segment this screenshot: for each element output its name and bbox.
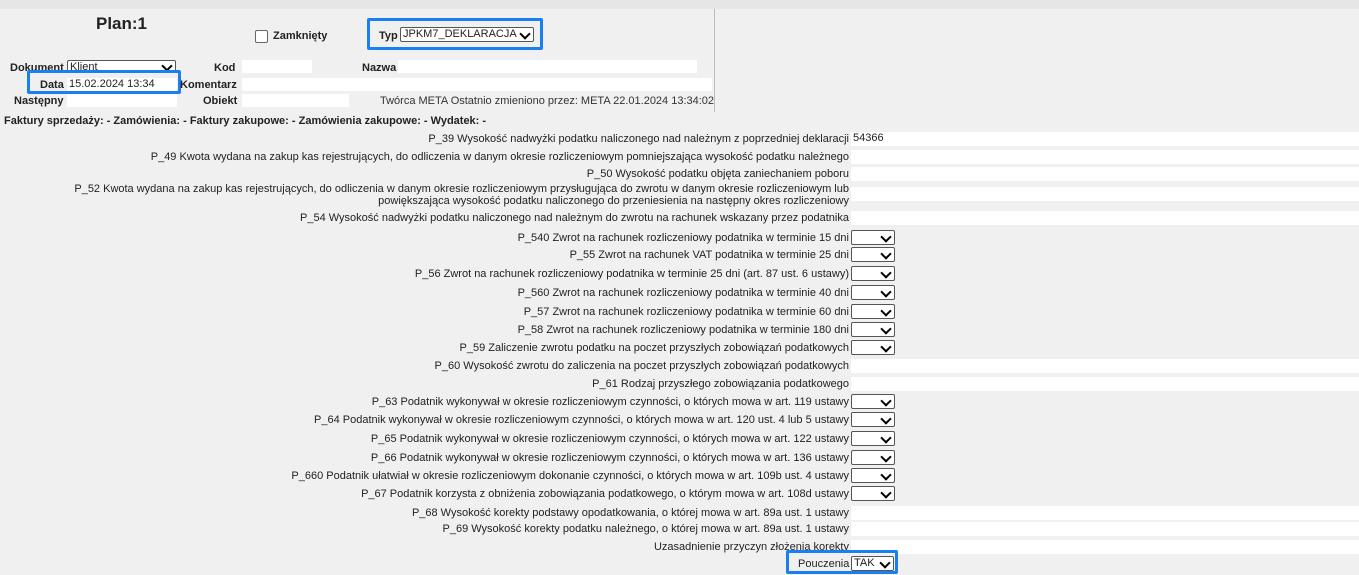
next-input[interactable] xyxy=(67,94,177,107)
pouczenia-select-value: TAK xyxy=(854,557,875,569)
row-select[interactable] xyxy=(851,247,895,262)
author-info: Twórca META Ostatnio zmieniono przez: ME… xyxy=(380,95,715,107)
row-label: P_56 Zwrot na rachunek rozliczeniowy pod… xyxy=(414,268,849,280)
row-label: P_69 Wysokość korekty podatku należnego,… xyxy=(442,523,850,535)
row-select[interactable] xyxy=(851,486,895,501)
row-label: P_59 Zaliczenie zwrotu podatku na poczet… xyxy=(459,342,850,354)
name-input[interactable] xyxy=(398,60,697,73)
comment-input[interactable] xyxy=(242,78,712,91)
row-label: P_58 Zwrot na rachunek rozliczeniowy pod… xyxy=(517,324,849,336)
row-input[interactable] xyxy=(851,167,1359,181)
chevron-down-icon xyxy=(880,231,892,243)
row-input[interactable] xyxy=(851,359,1359,373)
comment-label: Komentarz xyxy=(180,79,237,91)
chevron-down-icon xyxy=(880,395,892,407)
row-input[interactable] xyxy=(851,377,1359,391)
row-label: P_64 Podatnik wykonywał w okresie rozlic… xyxy=(314,414,849,426)
row-label: P_560 Zwrot na rachunek rozliczeniowy po… xyxy=(517,287,849,299)
chevron-down-icon xyxy=(879,557,891,569)
chevron-down-icon xyxy=(880,248,892,260)
object-label: Obiekt xyxy=(203,95,238,107)
row-label: P_65 Podatnik wykonywał w okresie rozlic… xyxy=(370,433,849,445)
chevron-down-icon xyxy=(880,267,892,279)
object-input[interactable] xyxy=(242,94,349,107)
row-label: P_60 Wysokość zwrotu do zaliczenia na po… xyxy=(434,360,849,372)
row-input[interactable] xyxy=(851,211,1359,225)
row-input[interactable] xyxy=(851,522,1359,536)
chevron-down-icon xyxy=(880,487,892,499)
row-label: P_66 Podatnik wykonywał w okresie rozlic… xyxy=(370,452,849,464)
row-select[interactable] xyxy=(851,394,895,409)
row-select[interactable] xyxy=(851,412,895,427)
type-label: Typ xyxy=(379,30,398,42)
row-select[interactable] xyxy=(851,468,895,483)
row-input[interactable] xyxy=(851,187,1359,201)
type-select[interactable]: JPKM7_DEKLARACJA xyxy=(400,27,534,42)
chevron-down-icon xyxy=(880,286,892,298)
top-strip xyxy=(0,0,1359,9)
row-select[interactable] xyxy=(851,285,895,300)
row-select[interactable] xyxy=(851,431,895,446)
row-label: P_660 Podatnik ułatwiał w okresie rozlic… xyxy=(291,470,849,482)
chevron-down-icon xyxy=(880,413,892,425)
row-label: P_67 Podatnik korzysta z obniżenia zobow… xyxy=(361,488,849,500)
row-label: P_63 Podatnik wykonywał w okresie rozlic… xyxy=(371,396,849,408)
row-select[interactable] xyxy=(851,304,895,319)
pouczenia-select[interactable]: TAK xyxy=(851,556,894,571)
row-label: P_55 Zwrot na rachunek VAT podatnika w t… xyxy=(569,249,849,261)
chevron-down-icon xyxy=(880,341,892,353)
date-input[interactable]: 15.02.2024 13:34 xyxy=(67,78,177,91)
row-label: P_54 Wysokość nadwyżki podatku naliczone… xyxy=(300,212,849,224)
code-input[interactable] xyxy=(242,60,312,73)
row-input[interactable]: 54366 xyxy=(851,132,1359,146)
type-select-value: JPKM7_DEKLARACJA xyxy=(403,28,517,40)
row-select[interactable] xyxy=(851,322,895,337)
row-select[interactable] xyxy=(851,266,895,281)
name-label: Nazwa xyxy=(362,62,397,74)
row-label: P_39 Wysokość nadwyżki podatku naliczone… xyxy=(428,133,849,145)
row-label: P_49 Kwota wydana na zakup kas rejestruj… xyxy=(150,151,849,163)
row-label: P_540 Zwrot na rachunek rozliczeniowy po… xyxy=(517,232,849,244)
row-label: P_52 Kwota wydana na zakup kas rejestruj… xyxy=(74,183,849,207)
row-select[interactable] xyxy=(851,230,895,245)
next-label: Następny xyxy=(14,95,64,107)
chevron-down-icon xyxy=(880,469,892,481)
row-select[interactable] xyxy=(851,340,895,355)
code-label: Kod xyxy=(214,62,236,74)
row-label: P_50 Wysokość podatku objęta zaniechanie… xyxy=(586,168,849,180)
chevron-down-icon xyxy=(880,451,892,463)
row-input[interactable] xyxy=(851,150,1359,164)
row-input[interactable] xyxy=(851,540,1359,554)
plan-title: Plan:1 xyxy=(96,14,148,33)
date-label: Data xyxy=(40,79,64,91)
closed-checkbox[interactable] xyxy=(255,30,268,43)
row-select[interactable] xyxy=(851,450,895,465)
row-label: P_61 Rodzaj przyszłego zobowiązania poda… xyxy=(592,378,849,390)
chevron-down-icon xyxy=(880,432,892,444)
pouczenia-label: Pouczenia xyxy=(798,558,850,570)
row-label: P_68 Wysokość korekty podstawy opodatkow… xyxy=(411,507,849,519)
closed-label: Zamknięty xyxy=(273,30,328,42)
chevron-down-icon xyxy=(519,28,531,40)
row-input[interactable] xyxy=(851,506,1359,520)
chevron-down-icon xyxy=(880,305,892,317)
related-documents-links[interactable]: Faktury sprzedaży: - Zamówienia: - Faktu… xyxy=(4,115,486,127)
chevron-down-icon xyxy=(880,323,892,335)
row-label: P_57 Zwrot na rachunek rozliczeniowy pod… xyxy=(523,306,849,318)
